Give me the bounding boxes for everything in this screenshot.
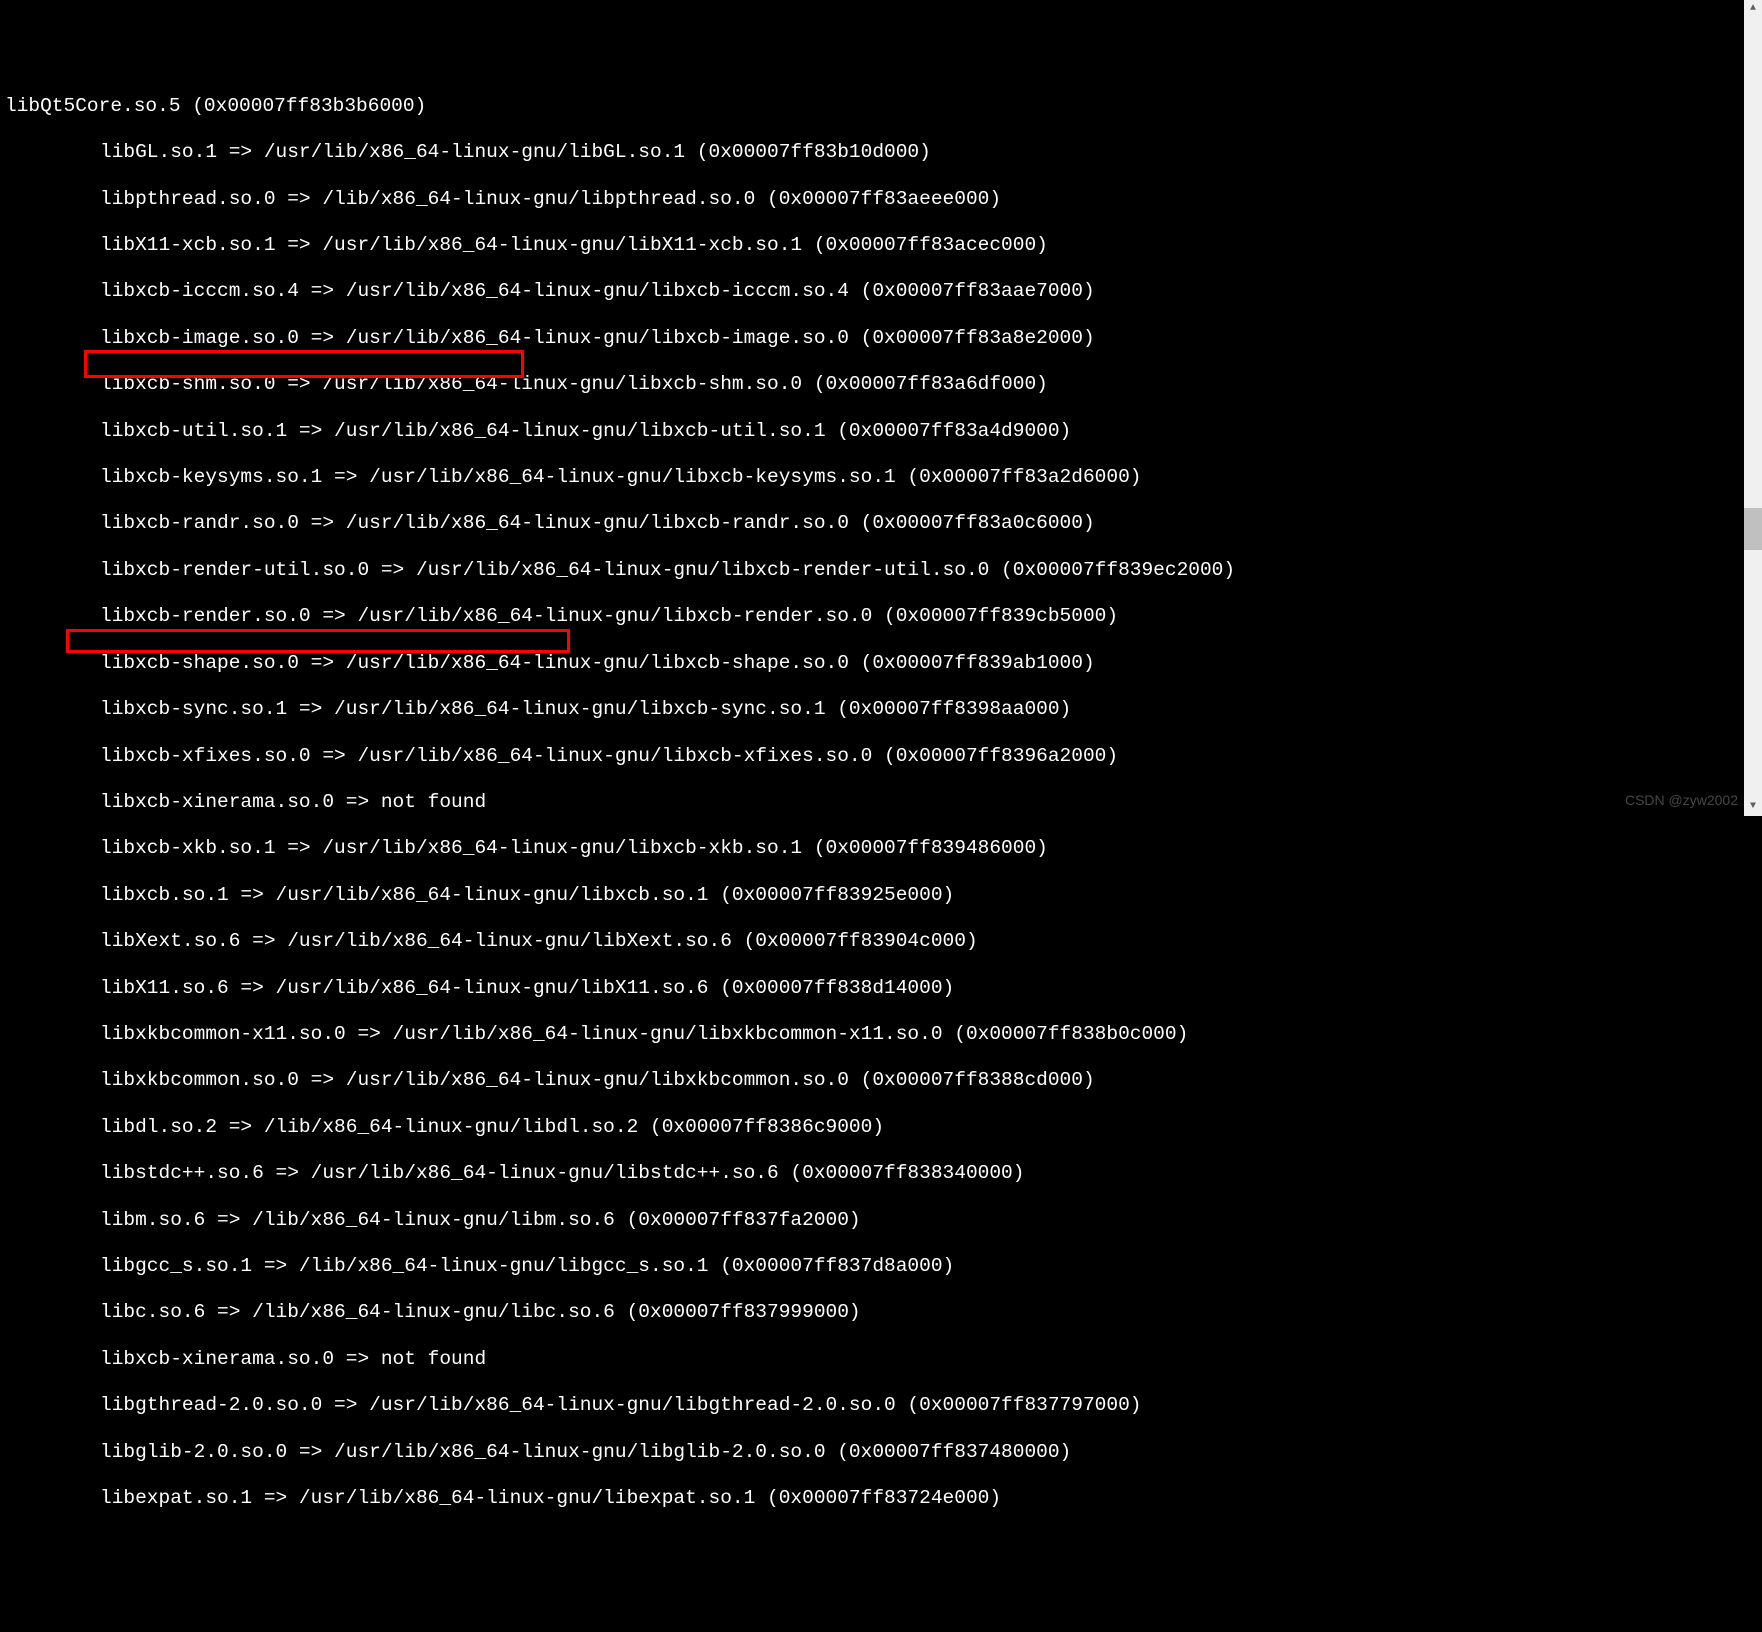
- annotation-highlight-box: [66, 629, 570, 653]
- ldd-output-line: libxcb-shm.so.0 => /usr/lib/x86_64-linux…: [0, 373, 1762, 396]
- ldd-output-line: libxcb-randr.so.0 => /usr/lib/x86_64-lin…: [0, 512, 1762, 535]
- ldd-output-line: libpthread.so.0 => /lib/x86_64-linux-gnu…: [0, 188, 1762, 211]
- ldd-output-line: libxkbcommon-x11.so.0 => /usr/lib/x86_64…: [0, 1023, 1762, 1046]
- ldd-output-line: libxcb.so.1 => /usr/lib/x86_64-linux-gnu…: [0, 884, 1762, 907]
- ldd-output-line: libc.so.6 => /lib/x86_64-linux-gnu/libc.…: [0, 1301, 1762, 1324]
- ldd-output-line: libGL.so.1 => /usr/lib/x86_64-linux-gnu/…: [0, 141, 1762, 164]
- ldd-output-line: libxcb-render-util.so.0 => /usr/lib/x86_…: [0, 559, 1762, 582]
- ldd-output-line: libQt5Core.so.5 (0x00007ff83b3b6000): [0, 95, 1762, 118]
- ldd-output-line: libgthread-2.0.so.0 => /usr/lib/x86_64-l…: [0, 1394, 1762, 1417]
- ldd-output-line: libxcb-image.so.0 => /usr/lib/x86_64-lin…: [0, 327, 1762, 350]
- scroll-up-button[interactable]: ▲: [1744, 0, 1762, 18]
- ldd-output-line: libglib-2.0.so.0 => /usr/lib/x86_64-linu…: [0, 1441, 1762, 1464]
- ldd-output-line: libxcb-sync.so.1 => /usr/lib/x86_64-linu…: [0, 698, 1762, 721]
- ldd-output-line: libX11.so.6 => /usr/lib/x86_64-linux-gnu…: [0, 977, 1762, 1000]
- watermark-text: CSDN @zyw2002: [1625, 789, 1738, 812]
- ldd-output-line: libxcb-xinerama.so.0 => not found: [0, 1348, 1762, 1371]
- ldd-output-line: libX11-xcb.so.1 => /usr/lib/x86_64-linux…: [0, 234, 1762, 257]
- ldd-output-line: libxcb-xfixes.so.0 => /usr/lib/x86_64-li…: [0, 745, 1762, 768]
- scroll-down-button[interactable]: ▼: [1744, 798, 1762, 816]
- ldd-output-line: libdl.so.2 => /lib/x86_64-linux-gnu/libd…: [0, 1116, 1762, 1139]
- ldd-output-line: libxcb-keysyms.so.1 => /usr/lib/x86_64-l…: [0, 466, 1762, 489]
- ldd-output-line: libexpat.so.1 => /usr/lib/x86_64-linux-g…: [0, 1487, 1762, 1510]
- ldd-output-line: libXext.so.6 => /usr/lib/x86_64-linux-gn…: [0, 930, 1762, 953]
- ldd-output-line: libxcb-xkb.so.1 => /usr/lib/x86_64-linux…: [0, 837, 1762, 860]
- vertical-scrollbar[interactable]: ▲ ▼: [1744, 0, 1762, 816]
- ldd-output-line: libstdc++.so.6 => /usr/lib/x86_64-linux-…: [0, 1162, 1762, 1185]
- ldd-output-line: libxcb-xinerama.so.0 => not found: [0, 791, 1762, 814]
- ldd-output-line: libxcb-render.so.0 => /usr/lib/x86_64-li…: [0, 605, 1762, 628]
- ldd-output-line: libgcc_s.so.1 => /lib/x86_64-linux-gnu/l…: [0, 1255, 1762, 1278]
- scroll-thumb[interactable]: [1744, 508, 1762, 550]
- ldd-output-line: libxkbcommon.so.0 => /usr/lib/x86_64-lin…: [0, 1069, 1762, 1092]
- ldd-output-line: libxcb-util.so.1 => /usr/lib/x86_64-linu…: [0, 420, 1762, 443]
- ldd-output-line: libxcb-icccm.so.4 => /usr/lib/x86_64-lin…: [0, 280, 1762, 303]
- ldd-output-line: libxcb-shape.so.0 => /usr/lib/x86_64-lin…: [0, 652, 1762, 675]
- ldd-output-line: libm.so.6 => /lib/x86_64-linux-gnu/libm.…: [0, 1209, 1762, 1232]
